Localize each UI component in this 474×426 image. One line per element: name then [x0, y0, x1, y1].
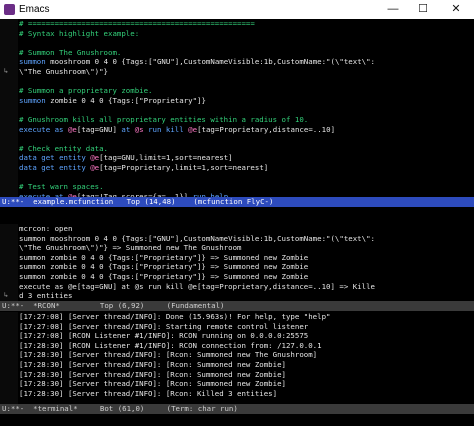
modeline-code-buffer[interactable]: U:**- example.mcfunction Top (14,48) (mc…	[0, 197, 474, 207]
maximize-button[interactable]: ☐	[408, 0, 438, 19]
rcon-line[interactable]: summon zombie 0 4 0 {Tags:["Proprietary"…	[19, 253, 472, 263]
code-line[interactable]: # Test warn spaces.	[19, 182, 472, 192]
rcon-lines[interactable]: mcrcon: open summon mooshroom 0 4 0 {Tags…	[19, 224, 472, 301]
code-line[interactable]	[19, 77, 472, 87]
terminal-line[interactable]: [17:28:30] [Server thread/INFO]: [Rcon: …	[19, 389, 472, 399]
terminal-pane[interactable]: [17:27:08] [Server thread/INFO]: Done (1…	[0, 312, 474, 404]
code-line[interactable]: data get entity @e[tag=GNU,limit=1,sort=…	[19, 153, 472, 163]
wrap-arrow-icon: ↳	[4, 291, 9, 299]
terminal-line[interactable]: [17:28:30] [Server thread/INFO]: [Rcon: …	[19, 370, 472, 380]
code-line[interactable]	[19, 105, 472, 115]
terminal-lines[interactable]: [17:27:08] [Server thread/INFO]: Done (1…	[19, 312, 472, 404]
rcon-line[interactable]: \"The Gnushroom\")"} => Summoned new The…	[19, 243, 472, 253]
code-editor-pane[interactable]: ↳ # ====================================…	[0, 19, 474, 197]
wrap-arrow-icon: ↳	[4, 67, 9, 75]
left-fringe	[0, 19, 18, 197]
rcon-line[interactable]: mcrcon: open	[19, 224, 472, 234]
window-title: Emacs	[19, 3, 50, 15]
left-fringe	[0, 224, 18, 301]
terminal-line[interactable]: [17:27:08] [Server thread/INFO]: Startin…	[19, 322, 472, 332]
code-line[interactable]: summon zombie 0 4 0 {Tags:["Proprietary"…	[19, 96, 472, 106]
rcon-line[interactable]: d 3 entities	[19, 291, 472, 301]
modeline-rcon-buffer[interactable]: U:**- *RCON* Top (6,92) (Fundamental)	[0, 301, 474, 311]
minimize-button[interactable]: —	[378, 0, 408, 19]
window-titlebar: Emacs — ☐ ✕	[0, 0, 474, 19]
terminal-line[interactable]: [17:28:30] [Server thread/INFO]: [Rcon: …	[19, 360, 472, 370]
code-line[interactable]: data get entity @e[tag=Proprietary,limit…	[19, 163, 472, 173]
terminal-line[interactable]: [17:27:08] [RCON Listener #1/INFO]: RCON…	[19, 331, 472, 341]
code-line[interactable]: # Gnushroom kills all proprietary entiti…	[19, 115, 472, 125]
code-line[interactable]: # Check entity data.	[19, 144, 472, 154]
code-line[interactable]: # Summon a proprietary zombie.	[19, 86, 472, 96]
code-line[interactable]: execute as @e[tag=GNU] at @s run kill @e…	[19, 125, 472, 135]
emacs-app-icon	[4, 4, 15, 15]
left-fringe	[0, 312, 18, 404]
code-lines[interactable]: # ======================================…	[19, 19, 472, 197]
modeline-terminal-buffer[interactable]: U:**- *terminal* Bot (61,0) (Term: char …	[0, 404, 474, 414]
terminal-line[interactable]: [17:28:30] [Server thread/INFO]: [Rcon: …	[19, 350, 472, 360]
code-line[interactable]: \"The Gnushroom\")"}	[19, 67, 472, 77]
rcon-line[interactable]: execute as @e[tag=GNU] at @s run kill @e…	[19, 282, 472, 292]
terminal-line[interactable]: [17:28:30] [RCON Listener #1/INFO]: RCON…	[19, 341, 472, 351]
code-line[interactable]: summon mooshroom 0 4 0 {Tags:["GNU"],Cus…	[19, 57, 472, 67]
terminal-line[interactable]: [17:27:08] [Server thread/INFO]: Done (1…	[19, 312, 472, 322]
minibuffer[interactable]	[0, 414, 474, 426]
code-line[interactable]: # Summon The Gnushroom.	[19, 48, 472, 58]
terminal-line[interactable]: [17:28:30] [Server thread/INFO]: [Rcon: …	[19, 379, 472, 389]
code-line[interactable]	[19, 173, 472, 183]
code-line[interactable]: # ======================================…	[19, 19, 472, 29]
rcon-output-pane[interactable]: ↳ mcrcon: open summon mooshroom 0 4 0 {Ta…	[0, 224, 474, 301]
close-button[interactable]: ✕	[438, 0, 474, 19]
code-line[interactable]	[19, 38, 472, 48]
code-line[interactable]	[19, 134, 472, 144]
rcon-line[interactable]: summon zombie 0 4 0 {Tags:["Proprietary"…	[19, 272, 472, 282]
code-line[interactable]: # Syntax highlight example:	[19, 29, 472, 39]
rcon-line[interactable]: summon zombie 0 4 0 {Tags:["Proprietary"…	[19, 262, 472, 272]
rcon-line[interactable]: summon mooshroom 0 4 0 {Tags:["GNU"],Cus…	[19, 234, 472, 244]
